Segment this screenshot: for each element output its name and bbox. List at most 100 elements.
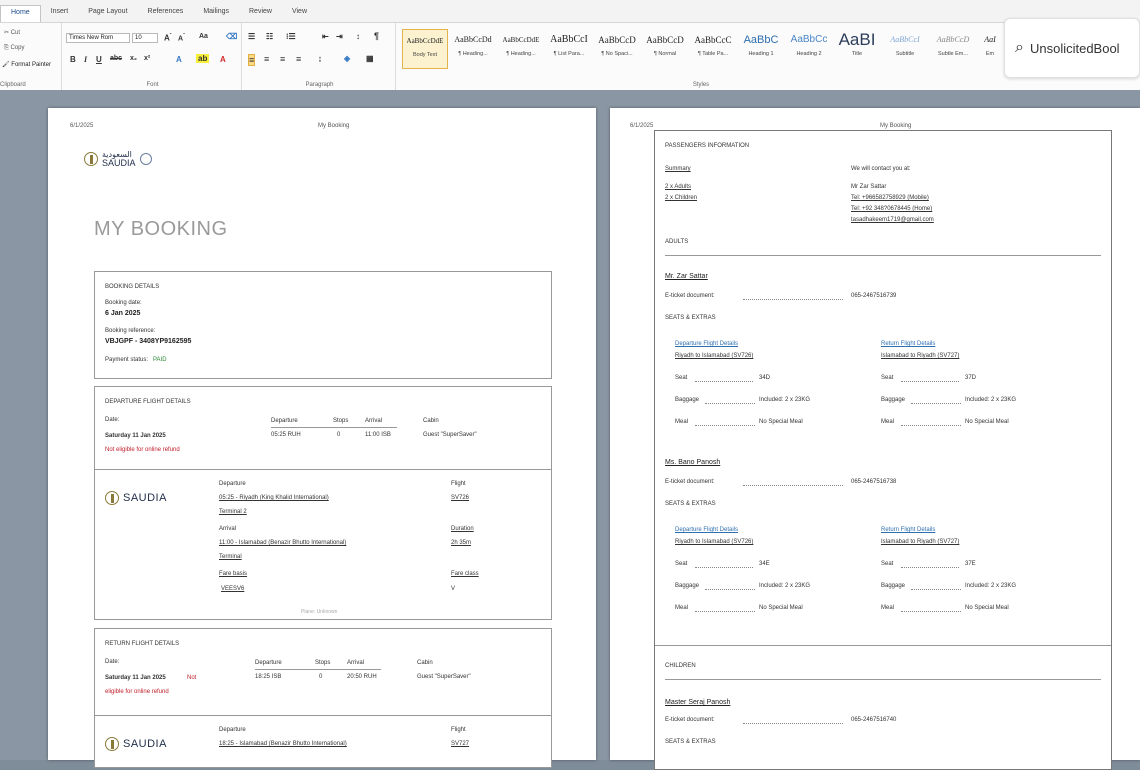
sort-icon[interactable]: ↕ [356, 32, 360, 41]
change-case-icon[interactable]: Aa [199, 33, 208, 40]
leader-dots [911, 403, 961, 404]
font-size-select[interactable]: 10 [132, 33, 158, 43]
payment-label: Payment status: [105, 357, 149, 363]
italic-button[interactable]: I [84, 55, 87, 64]
child-eticket-label: E-ticket document: [665, 717, 715, 723]
font-name-select[interactable]: Times New Rom [66, 33, 130, 43]
ret-col-cabin: Cabin [417, 660, 433, 666]
style-normal[interactable]: AaBbCcD ¶ Normal [642, 29, 688, 69]
dep-row-stops: 0 [337, 432, 341, 438]
bold-button[interactable]: B [70, 55, 76, 64]
contact-home: Tel: +92 348?0678445 (Home) [851, 206, 933, 212]
style-subtitle[interactable]: AaBbCcI Subtitle [882, 29, 928, 69]
decrease-indent-icon[interactable]: ⇤ [322, 32, 329, 41]
align-left-icon[interactable]: ≡ [248, 54, 256, 66]
style-list-paragraph[interactable]: AaBbCcI ¶ List Para... [546, 29, 592, 69]
multilevel-list-icon[interactable]: ⁝☰ [286, 32, 296, 41]
fare-class-label: Fare class [451, 571, 479, 577]
format-painter-button[interactable]: 🖌 Format Painter [2, 61, 51, 68]
style-name: Subtitle [895, 51, 915, 57]
underline-button[interactable]: U [96, 55, 102, 64]
booking-details-box: BOOKING DETAILS Booking date: 6 Jan 2025… [94, 271, 552, 379]
style-heading-b[interactable]: AaBbCcDdE ¶ Heading... [498, 29, 544, 69]
leader-dots [901, 567, 959, 568]
tab-view[interactable]: View [282, 5, 317, 22]
ret-meal: No Special Meal [965, 605, 1009, 611]
contact-email[interactable]: tasadhakeem1719@gmail.com [851, 217, 934, 223]
cut-button[interactable]: ✂ Cut [4, 29, 20, 36]
bullets-icon[interactable]: ☰ [248, 32, 255, 41]
search-box[interactable]: ⌕ UnsolicitedBool [1004, 18, 1140, 78]
ret-section-divider [95, 715, 551, 716]
page-2[interactable]: 6/1/2025 My Booking PASSENGERS INFORMATI… [610, 108, 1140, 770]
shrink-font-icon[interactable]: Aˇ [178, 33, 185, 42]
shading-icon[interactable]: ◈ [344, 54, 350, 63]
saudia-logo: السعودية SAUDIA [84, 150, 152, 168]
leader-dots [705, 403, 755, 404]
return-not-eligible-a: Not [187, 675, 197, 681]
eticket-number: 065-2467516738 [851, 479, 897, 485]
strikethrough-button[interactable]: abc [110, 55, 122, 62]
dep-terminal: Terminal 2 [219, 509, 247, 515]
eticket-label: E-ticket document: [665, 479, 715, 485]
baggage-label: Baggage [675, 397, 700, 403]
font-color-icon[interactable]: A [220, 55, 226, 64]
style-heading-2[interactable]: AaBbCc Heading 2 [786, 29, 832, 69]
child-seats-heading: SEATS & EXTRAS [665, 739, 716, 745]
tab-home[interactable]: Home [0, 5, 41, 22]
style-table-paragraph[interactable]: AaBbCcC ¶ Table Pa... [690, 29, 736, 69]
subscript-button[interactable]: x₂ [130, 55, 137, 62]
children-heading: CHILDREN [665, 663, 696, 669]
align-center-icon[interactable]: ≡ [264, 54, 269, 64]
align-right-icon[interactable]: ≡ [280, 54, 285, 64]
dep-seat: 34E [759, 561, 770, 567]
departure-flight-box: DEPARTURE FLIGHT DETAILS Date: Saturday … [94, 386, 552, 620]
document-canvas[interactable]: 6/1/2025 My Booking السعودية SAUDIA MY B… [0, 90, 1140, 770]
dep-meal: No Special Meal [759, 605, 803, 611]
tab-references[interactable]: References [138, 5, 194, 22]
grow-font-icon[interactable]: Aˆ [164, 33, 171, 43]
style-heading-1[interactable]: AaBbC Heading 1 [738, 29, 784, 69]
meal-label: Meal [675, 605, 689, 611]
search-icon: ⌕ [1015, 39, 1024, 56]
highlight-icon[interactable]: ab [196, 54, 210, 63]
show-formatting-icon[interactable]: ¶ [374, 31, 379, 41]
justify-icon[interactable]: ≡ [296, 54, 301, 64]
copy-button[interactable]: ⎘ Copy [4, 45, 24, 52]
seat-label-return: Seat [881, 375, 894, 381]
style-subtle-emphasis[interactable]: AaBbCcD Subtle Em... [930, 29, 976, 69]
leader-dots [901, 381, 959, 382]
flight-label: Flight [451, 481, 466, 487]
ret-meal: No Special Meal [965, 419, 1009, 425]
return-heading: RETURN FLIGHT DETAILS [105, 641, 180, 647]
adults-heading: ADULTS [665, 239, 689, 245]
borders-icon[interactable]: ▦ [366, 54, 374, 63]
dep-row-departure: 05:25 RUH [271, 432, 301, 438]
tab-insert[interactable]: Insert [41, 5, 79, 22]
tab-page-layout[interactable]: Page Layout [78, 5, 137, 22]
style-no-spacing[interactable]: AaBbCcD ¶ No Spaci... [594, 29, 640, 69]
clear-format-icon[interactable]: ⌫ [226, 32, 237, 41]
style-heading-a[interactable]: AaBbCcDd ¶ Heading... [450, 29, 496, 69]
numbering-icon[interactable]: ☷ [266, 32, 273, 41]
style-emphasis[interactable]: AaI Em [978, 29, 1002, 69]
page-1[interactable]: 6/1/2025 My Booking السعودية SAUDIA MY B… [48, 108, 596, 768]
return-not-eligible-b: eligible for online refund [105, 689, 169, 695]
style-body-text[interactable]: AaBbCcDdE Body Text [402, 29, 448, 69]
payment-status: PAID [153, 357, 167, 363]
tab-review[interactable]: Review [239, 5, 282, 22]
style-title[interactable]: AaBI Title [834, 29, 880, 69]
line-spacing-icon[interactable]: ↨ [318, 54, 322, 63]
increase-indent-icon[interactable]: ⇥ [336, 32, 343, 41]
ret-row-cabin: Guest "SuperSaver" [417, 674, 471, 680]
ribbon-body: ✂ Cut ⎘ Copy 🖌 Format Painter Clipboard … [0, 22, 1140, 91]
tab-mailings[interactable]: Mailings [193, 5, 239, 22]
text-effects-icon[interactable]: A [176, 55, 182, 64]
adults-rule [665, 255, 1101, 256]
dep-col-arrival: Arrival [365, 418, 383, 424]
dep-col-departure: Departure [271, 418, 298, 424]
leader-dots [743, 299, 843, 300]
return-date-label: Date: [105, 659, 120, 665]
superscript-button[interactable]: x² [144, 55, 150, 62]
dep-route: Riyadh to Islamabad (SV726) [675, 353, 754, 359]
